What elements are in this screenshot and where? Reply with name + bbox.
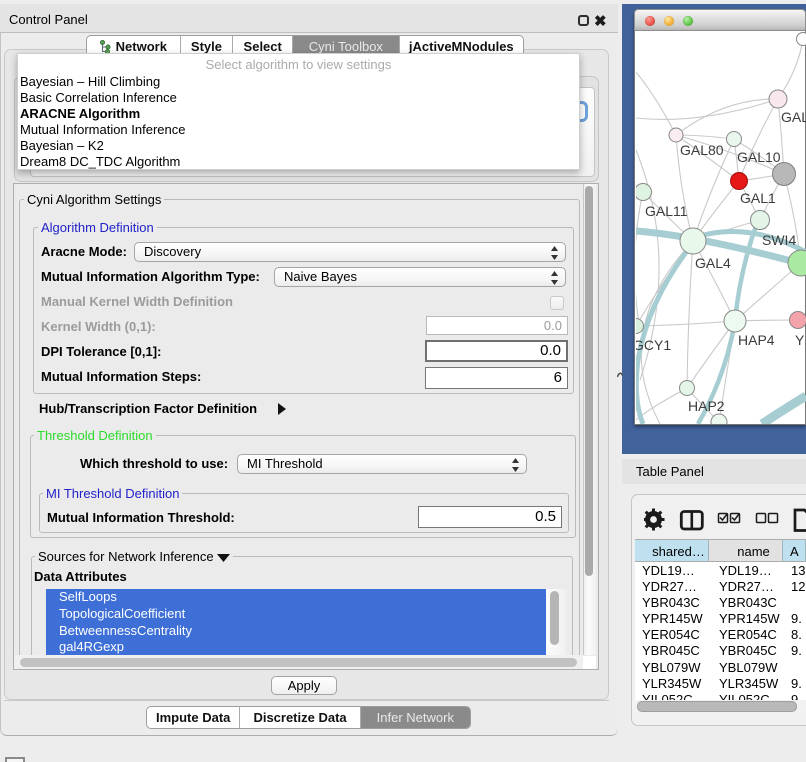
svg-text:GAL80: GAL80 — [680, 142, 724, 158]
svg-text:Y: Y — [795, 332, 805, 348]
svg-text:SWI4: SWI4 — [762, 232, 796, 248]
svg-text:HAP2: HAP2 — [688, 398, 725, 414]
svg-text:GCY1: GCY1 — [636, 337, 671, 353]
svg-text:GAL11: GAL11 — [645, 203, 688, 219]
svg-text:GAL10: GAL10 — [737, 149, 781, 165]
svg-text:HAP4: HAP4 — [738, 332, 775, 348]
svg-text:GAL8: GAL8 — [781, 109, 806, 125]
svg-text:GAL1: GAL1 — [740, 190, 776, 206]
svg-text:GAL4: GAL4 — [695, 255, 731, 271]
